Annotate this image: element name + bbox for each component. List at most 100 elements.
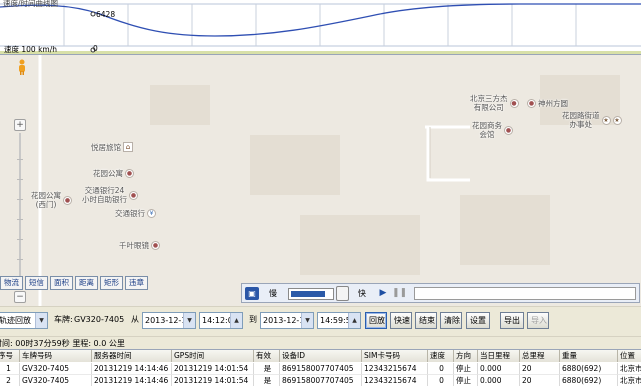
chevron-down-icon: ▼ bbox=[301, 313, 313, 328]
tool-violation[interactable]: 违章 bbox=[125, 276, 148, 290]
poi-label: 交通银行 bbox=[115, 209, 145, 218]
play-icon[interactable]: ▶ bbox=[376, 286, 390, 301]
cell-server-time: 20131219 14:14:46 bbox=[92, 363, 172, 375]
cell-location: 北京市 bbox=[618, 363, 641, 375]
settings-button[interactable]: 设置 bbox=[466, 312, 490, 329]
zoom-tick bbox=[17, 219, 23, 220]
from-label: 从 bbox=[131, 315, 139, 324]
poi-huayuan-apartment[interactable]: 花园公寓 ● bbox=[93, 169, 134, 178]
poi-label: 花园公寓 (西门) bbox=[31, 191, 61, 209]
column-header[interactable]: 有效 bbox=[254, 350, 280, 362]
cell-daily-mileage: 0.000 bbox=[478, 375, 520, 386]
building-icon: ● bbox=[125, 169, 134, 178]
poi-huayuan-west-gate[interactable]: 花园公寓 (西门) ● bbox=[31, 191, 72, 209]
trip-summary: 时间: 00时37分59秒 里程: 0.0 公里 bbox=[0, 336, 641, 349]
cell-gps-time: 20131219 14:01:54 bbox=[172, 375, 254, 386]
column-header[interactable]: 当日里程 bbox=[478, 350, 520, 362]
column-header[interactable]: 方向 bbox=[454, 350, 478, 362]
from-time-input[interactable]: 14:12:00 ▲ bbox=[199, 312, 243, 329]
poi-huayuan-huiguan[interactable]: 花园商务 会馆 ● bbox=[472, 121, 513, 139]
column-header[interactable]: 服务器时间 bbox=[92, 350, 172, 362]
zero-label: 0 bbox=[93, 44, 98, 53]
cell-plate: GV320-7405 bbox=[20, 375, 92, 386]
poi-sanfangjie[interactable]: 北京三方杰 有限公司 ● bbox=[470, 94, 519, 112]
tool-distance[interactable]: 距离 bbox=[75, 276, 98, 290]
zoom-slider-track[interactable] bbox=[19, 133, 21, 289]
cell-total-mileage: 20 bbox=[520, 363, 560, 375]
poi-glasses-shop[interactable]: 千叶眼镜 ● bbox=[119, 241, 160, 250]
speed-axis-label: 速度 100 km/h bbox=[4, 45, 58, 54]
poi-shenzhou[interactable]: ● 神州方圆 bbox=[527, 99, 568, 108]
playback-progress-bar[interactable] bbox=[414, 287, 636, 300]
speed-marker[interactable] bbox=[90, 11, 96, 17]
zoom-out-button[interactable]: − bbox=[14, 291, 26, 303]
tool-logistics[interactable]: 物流 bbox=[0, 276, 23, 290]
tool-rectangle[interactable]: 矩形 bbox=[100, 276, 123, 290]
cell-weight: 6880(692) bbox=[560, 375, 618, 386]
cell-device-id: 869158007707405 bbox=[280, 363, 362, 375]
column-header[interactable]: 位置 bbox=[618, 350, 641, 362]
fast-button[interactable]: 快速 bbox=[390, 312, 412, 329]
column-header[interactable]: GPS时间 bbox=[172, 350, 254, 362]
poi-label: 交通银行24 小时自助银行 bbox=[82, 186, 127, 204]
street-view-pegman-icon[interactable] bbox=[17, 59, 27, 75]
building-icon: ● bbox=[527, 99, 536, 108]
mode-select[interactable]: 轨迹回放 ▼ bbox=[0, 312, 48, 329]
zoom-tick bbox=[17, 159, 23, 160]
building-icon: ● bbox=[509, 98, 519, 108]
cell-speed: 0 bbox=[428, 363, 454, 375]
column-header[interactable]: 速度 bbox=[428, 350, 454, 362]
column-header[interactable]: 车牌号码 bbox=[20, 350, 92, 362]
to-date-picker[interactable]: 2013-12-19 ▼ bbox=[260, 312, 314, 329]
table-row[interactable]: 2 GV320-7405 20131219 14:14:46 20131219 … bbox=[0, 375, 641, 386]
fast-label: 快 bbox=[358, 289, 366, 298]
tool-area[interactable]: 面积 bbox=[50, 276, 73, 290]
export-button[interactable]: 导出 bbox=[500, 312, 524, 329]
clear-button[interactable]: 清除 bbox=[440, 312, 462, 329]
poi-yueju-hotel[interactable]: 悦居旅馆 ⌂ bbox=[91, 142, 133, 152]
end-button[interactable]: 结束 bbox=[415, 312, 437, 329]
speed-time-chart: 速度/时间曲线图 6428 速度 100 km/h 0 bbox=[0, 0, 641, 55]
poi-label: 神州方圆 bbox=[538, 99, 568, 108]
column-header[interactable]: 重量 bbox=[560, 350, 618, 362]
column-header[interactable]: 设备ID bbox=[280, 350, 362, 362]
speed-slider-handle[interactable] bbox=[336, 286, 349, 301]
column-header[interactable]: SIM卡号码 bbox=[362, 350, 428, 362]
pause-icon[interactable]: ❚❚ bbox=[392, 286, 407, 301]
gps-records-table: 序号 车牌号码 服务器时间 GPS时间 有效 设备ID SIM卡号码 速度 方向… bbox=[0, 349, 641, 386]
column-header[interactable]: 总里程 bbox=[520, 350, 560, 362]
cell-server-time: 20131219 14:14:46 bbox=[92, 375, 172, 386]
government-icon: ★ bbox=[612, 115, 622, 125]
map-view[interactable]: + − 北京三方杰 有限公司 ● ● 神州方圆 花园商务 会馆 ● 花园路街道 … bbox=[0, 55, 641, 306]
poi-label: 花园路街道 办事处 bbox=[562, 111, 600, 129]
poi-bank[interactable]: 交通银行 ¥ bbox=[115, 209, 156, 218]
playback-button[interactable]: 回放 bbox=[365, 312, 387, 329]
column-header[interactable]: 序号 bbox=[0, 350, 20, 362]
poi-street-office[interactable]: 花园路街道 办事处 ★ ★ bbox=[562, 111, 622, 129]
cell-sim: 12343215674 bbox=[362, 375, 428, 386]
cell-direction: 停止 bbox=[454, 375, 478, 386]
building-icon: ● bbox=[504, 125, 513, 135]
to-time-input[interactable]: 14:59:59 ▲ bbox=[317, 312, 361, 329]
import-button[interactable]: 导入 bbox=[527, 312, 549, 329]
building-icon: ● bbox=[63, 195, 72, 205]
plate-value: GV320-7405 bbox=[74, 315, 125, 324]
zoom-tick bbox=[17, 179, 23, 180]
table-row[interactable]: 1 GV320-7405 20131219 14:14:46 20131219 … bbox=[0, 363, 641, 375]
playback-panel: ▣ 慢 快 ▶ ❚❚ bbox=[241, 283, 640, 303]
cell-speed: 0 bbox=[428, 375, 454, 386]
playback-speed-fill bbox=[291, 291, 325, 297]
cell-sim: 12343215674 bbox=[362, 363, 428, 375]
cell-location: 北京市 bbox=[618, 375, 641, 386]
chevron-down-icon: ▼ bbox=[183, 313, 195, 328]
tool-sms[interactable]: 短信 bbox=[25, 276, 48, 290]
poi-bank-atm[interactable]: 交通银行24 小时自助银行 ● bbox=[82, 186, 138, 204]
from-date-picker[interactable]: 2013-12-19 ▼ bbox=[142, 312, 196, 329]
playback-speed-slider[interactable] bbox=[288, 288, 334, 300]
cell-total-mileage: 20 bbox=[520, 375, 560, 386]
zoom-in-button[interactable]: + bbox=[14, 119, 26, 131]
plate-label: 车牌: bbox=[54, 315, 73, 324]
poi-label: 花园公寓 bbox=[93, 169, 123, 178]
chart-title: 速度/时间曲线图 bbox=[3, 0, 59, 8]
map-roads bbox=[38, 55, 620, 306]
